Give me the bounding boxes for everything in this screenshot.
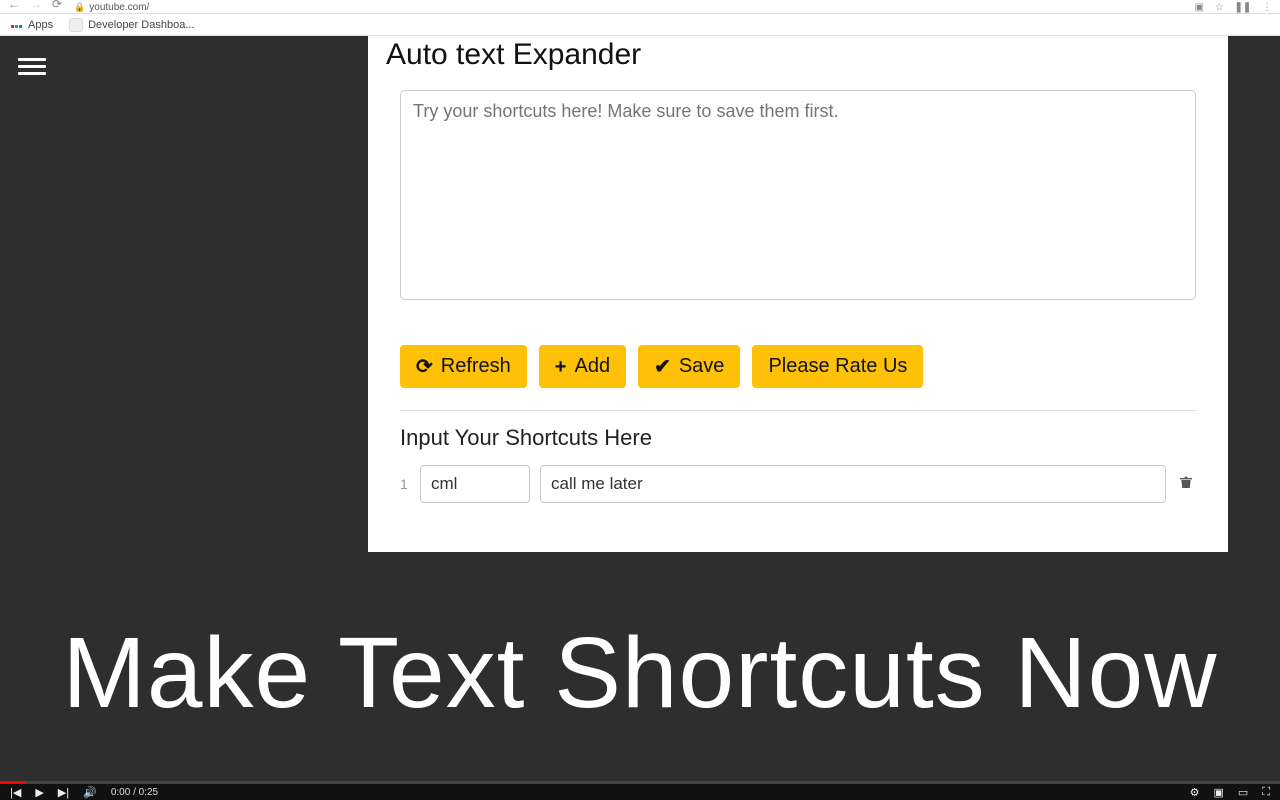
bookmark-favicon xyxy=(69,18,83,32)
play-button[interactable]: ▶ xyxy=(35,786,43,799)
scrub-bar[interactable] xyxy=(0,781,1280,784)
save-label: Save xyxy=(679,355,725,378)
volume-button[interactable]: 🔊 xyxy=(83,786,97,799)
add-label: Add xyxy=(574,355,610,378)
menu-dots-icon[interactable]: ⋮ xyxy=(1262,2,1272,13)
pause-icon[interactable]: ❚❚ xyxy=(1234,2,1251,13)
bookmark-star-icon[interactable]: ☆ xyxy=(1215,2,1224,13)
browser-right-icons: ▣ ☆ ❚❚ ⋮ xyxy=(1186,2,1272,13)
add-button[interactable]: + Add xyxy=(539,345,626,388)
video-stage: Auto text Expander ⟳ Refresh + Add ✔ Sav… xyxy=(0,36,1280,784)
extension-title: Auto text Expander xyxy=(368,36,1228,90)
extension-panel: Auto text Expander ⟳ Refresh + Add ✔ Sav… xyxy=(368,36,1228,552)
theater-mode-icon[interactable]: ▭ xyxy=(1238,786,1248,799)
shortcuts-subheading: Input Your Shortcuts Here xyxy=(400,425,1196,451)
next-button[interactable]: ▶| xyxy=(58,786,69,799)
apps-icon xyxy=(10,20,22,32)
plus-icon: + xyxy=(555,357,567,377)
refresh-icon: ⟳ xyxy=(416,357,433,377)
try-shortcuts-textarea[interactable] xyxy=(400,90,1196,300)
lock-icon: 🔒 xyxy=(74,2,85,13)
refresh-label: Refresh xyxy=(441,355,511,378)
rate-label: Please Rate Us xyxy=(768,355,907,378)
row-number: 1 xyxy=(400,476,410,492)
extension-icon[interactable]: ▣ xyxy=(1194,2,1203,13)
fullscreen-icon[interactable]: ⛶ xyxy=(1262,786,1270,799)
url-text[interactable]: youtube.com/ xyxy=(89,2,149,13)
action-button-row: ⟳ Refresh + Add ✔ Save Please Rate Us xyxy=(400,345,1196,388)
reload-button[interactable]: ⟳ xyxy=(52,0,62,11)
delete-row-button[interactable] xyxy=(1176,474,1196,495)
time-display: 0:00 / 0:25 xyxy=(111,787,158,798)
bookmark-label: Developer Dashboa... xyxy=(88,19,194,31)
trash-icon xyxy=(1178,474,1194,490)
forward-button[interactable]: → xyxy=(30,0,42,11)
shortcut-value-input[interactable] xyxy=(540,465,1166,503)
duration-time: 0:25 xyxy=(139,787,158,798)
rate-us-button[interactable]: Please Rate Us xyxy=(752,345,923,388)
shortcut-key-input[interactable] xyxy=(420,465,530,503)
save-button[interactable]: ✔ Save xyxy=(638,345,740,388)
bookmarks-bar: Apps Developer Dashboa... xyxy=(0,14,1280,36)
back-button[interactable]: ← xyxy=(8,0,20,11)
bookmark-item[interactable]: Developer Dashboa... xyxy=(69,18,194,32)
video-player-bar: |◀ ▶ ▶| 🔊 0:00 / 0:25 ⚙ ▣ ▭ ⛶ xyxy=(0,784,1280,800)
settings-gear-icon[interactable]: ⚙ xyxy=(1190,786,1200,799)
hero-caption: Make Text Shortcuts Now xyxy=(0,616,1280,731)
miniplayer-icon[interactable]: ▣ xyxy=(1213,786,1223,799)
shortcut-row: 1 xyxy=(400,465,1196,503)
apps-label: Apps xyxy=(28,19,53,31)
hamburger-menu[interactable] xyxy=(18,54,46,74)
browser-toolbar: ← → ⟳ 🔒 youtube.com/ ▣ ☆ ❚❚ ⋮ xyxy=(0,0,1280,14)
apps-shortcut[interactable]: Apps xyxy=(10,19,53,31)
check-icon: ✔ xyxy=(654,357,671,377)
divider xyxy=(400,410,1196,411)
current-time: 0:00 xyxy=(111,787,130,798)
previous-button[interactable]: |◀ xyxy=(10,786,21,799)
refresh-button[interactable]: ⟳ Refresh xyxy=(400,345,527,388)
